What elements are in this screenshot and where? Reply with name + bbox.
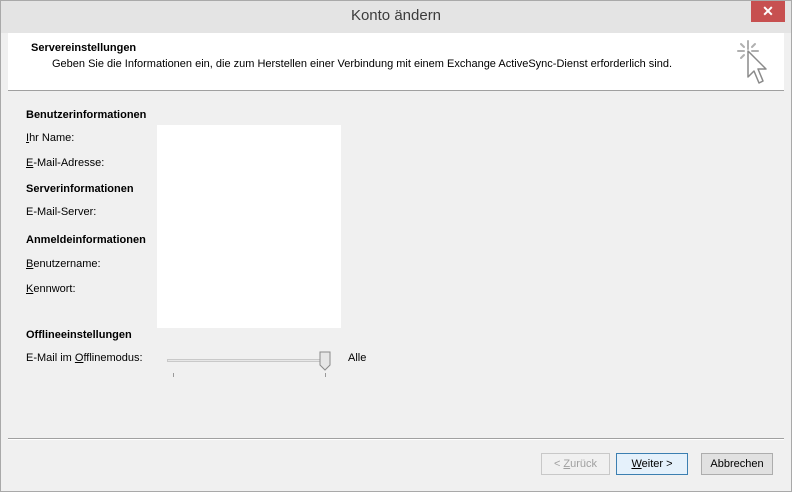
slider-tick-max — [325, 373, 326, 377]
email-address-label: E-Mail-Adresse: — [26, 157, 105, 169]
header-panel: Servereinstellungen Geben Sie die Inform… — [8, 33, 784, 91]
offline-slider-thumb[interactable] — [319, 351, 331, 371]
section-login-info: Anmeldeinformationen — [26, 234, 146, 246]
offline-mode-label: E-Mail im Offlinemodus: — [26, 352, 143, 364]
dialog-window: Konto ändern ✕ Servereinstellungen Geben… — [0, 0, 792, 492]
offline-slider-track[interactable] — [167, 359, 329, 362]
section-offline: Offlineeinstellungen — [26, 329, 132, 341]
slider-tick-min — [173, 373, 174, 377]
cursor-click-icon — [737, 40, 767, 84]
password-label: Kennwort: — [26, 283, 76, 295]
footer-divider — [8, 438, 784, 440]
offline-slider-value: Alle — [348, 352, 367, 364]
username-label: Benutzername: — [26, 258, 101, 270]
name-label: Ihr Name: — [26, 132, 75, 144]
section-user-info: Benutzerinformationen — [26, 109, 147, 121]
close-button[interactable]: ✕ — [751, 1, 785, 22]
close-icon: ✕ — [762, 3, 774, 19]
cancel-button[interactable]: Abbrechen — [701, 453, 773, 475]
input-fields-area[interactable] — [157, 125, 341, 328]
window-title: Konto ändern — [350, 7, 442, 24]
next-button[interactable]: Weiter > — [616, 453, 688, 475]
section-server-info: Serverinformationen — [26, 183, 134, 195]
back-button[interactable]: < Zurück — [541, 453, 610, 475]
header-title: Servereinstellungen — [31, 42, 137, 54]
email-server-label: E-Mail-Server: — [26, 206, 97, 218]
title-bar[interactable]: Konto ändern ✕ — [1, 1, 791, 33]
header-description: Geben Sie die Informationen ein, die zum… — [52, 58, 672, 70]
